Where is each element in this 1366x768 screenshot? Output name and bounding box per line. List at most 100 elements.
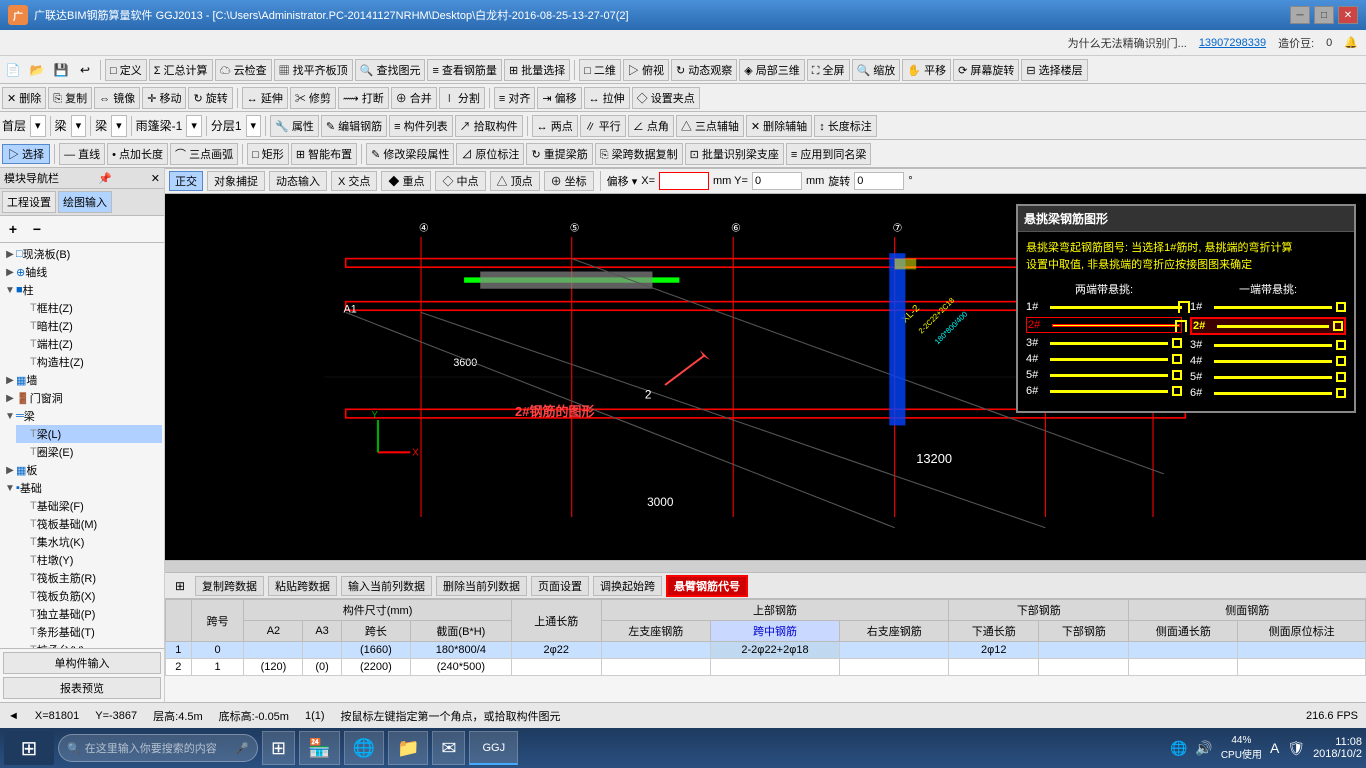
close-button[interactable]: ✕ [1338, 6, 1358, 24]
table-row[interactable]: 1 0 (1660) 180*800/4 2φ22 2-2φ22+2φ18 [166, 642, 1366, 659]
report-preview-button[interactable]: 报表预览 [3, 677, 161, 699]
tree-item-construct-col[interactable]: T 构造柱(Z) [16, 353, 162, 371]
minus-icon[interactable]: − [26, 218, 48, 240]
rebar-row-6-right[interactable]: 6# [1190, 387, 1346, 399]
parallel-button[interactable]: ∥ 平行 [580, 115, 626, 137]
x-input[interactable] [659, 172, 709, 190]
y-input[interactable] [752, 172, 802, 190]
rebar-row-4-left[interactable]: 4# [1026, 353, 1182, 365]
member-list-button[interactable]: ≡ 构件列表 [389, 115, 452, 137]
rebar-row-1-right[interactable]: 1# [1190, 301, 1346, 313]
coord-button[interactable]: ⊕ 坐标 [544, 171, 594, 191]
batch-select-button[interactable]: ⊞ 批量选择 [504, 59, 570, 81]
point-angle-button[interactable]: ∠ 点角 [628, 115, 674, 137]
drawing-input-tab[interactable]: 绘图输入 [58, 191, 112, 213]
tree-item-board[interactable]: ▶ □ 现浇板(B) [2, 245, 162, 263]
rebar-row-2-right[interactable]: 2# [1190, 317, 1346, 335]
copy-span-button[interactable]: ⎘ 梁跨数据复制 [595, 143, 683, 165]
taskbar-app-mail[interactable]: ✉ [432, 731, 465, 765]
single-member-button[interactable]: 单构件输入 [3, 652, 161, 674]
copy-span-data-button[interactable]: 复制跨数据 [195, 576, 264, 596]
rebar-row-1-left[interactable]: 1# [1026, 301, 1182, 313]
tree-item-pit[interactable]: T 集水坑(K) [16, 533, 162, 551]
point-len-button[interactable]: • 点加长度 [107, 143, 168, 165]
taskbar-app-ggjj[interactable]: GGJ [469, 731, 518, 765]
rebar-row-5-right[interactable]: 5# [1190, 371, 1346, 383]
view-button[interactable]: ▷ 俯视 [623, 59, 669, 81]
split-button[interactable]: ∣ 分割 [439, 87, 485, 109]
dim-button[interactable]: ↕ 长度标注 [814, 115, 877, 137]
view-rebar-button[interactable]: ≡ 查看钢筋量 [427, 59, 501, 81]
pan-button[interactable]: ✋ 平移 [902, 59, 951, 81]
cantilever-rebar-button[interactable]: 悬臂钢筋代号 [666, 575, 748, 597]
taskbar-app-explorer[interactable]: 📁 [388, 731, 428, 765]
tree-item-axis[interactable]: ▶ ⊕ 轴线 [2, 263, 162, 281]
building-dropdown[interactable]: ▾ [186, 115, 202, 137]
define-button[interactable]: □ 定义 [105, 59, 147, 81]
orthogonal-button[interactable]: 正交 [169, 171, 203, 191]
scroll-left-icon[interactable]: ◄ [8, 710, 19, 722]
two-point-button[interactable]: ↔ 两点 [532, 115, 578, 137]
taskbar-search[interactable]: 🔍 在这里输入你要搜索的内容 🎤 [58, 734, 258, 762]
sidebar-pin-icon[interactable]: 📌 [98, 172, 112, 185]
ime-icon[interactable]: A [1270, 740, 1279, 756]
rebar-row-2-left[interactable]: 2# [1026, 317, 1182, 333]
tree-item-beam-l[interactable]: T 梁(L) [16, 425, 162, 443]
merge-button[interactable]: ⊕ 合并 [391, 87, 437, 109]
sidebar-close-icon[interactable]: ✕ [151, 172, 160, 185]
select-mode-button[interactable]: ▷ 选择 [2, 144, 50, 164]
local-3d-button[interactable]: ◈ 局部三维 [739, 59, 805, 81]
tree-item-wall[interactable]: ▶ ▦ 墙 [2, 371, 162, 389]
tree-item-beam[interactable]: ▼ ═ 梁 [2, 407, 162, 425]
volume-icon[interactable]: 🔊 [1195, 740, 1212, 757]
taskbar-app-apps[interactable]: ⊞ [262, 731, 295, 765]
element-type-dropdown[interactable]: ▾ [71, 115, 87, 137]
intersection-button[interactable]: X 交点 [331, 171, 377, 191]
rotate-button[interactable]: ↻ 旋转 [188, 87, 232, 109]
taskbar-app-store[interactable]: 🏪 [299, 731, 339, 765]
move-button[interactable]: ✛ 移动 [142, 87, 186, 109]
midpoint-snap-button[interactable]: ◆ 重点 [381, 171, 431, 191]
rotate-input[interactable] [854, 172, 904, 190]
swap-span-button[interactable]: 调换起始跨 [593, 576, 662, 596]
edit-rebar-button[interactable]: ✎ 编辑钢筋 [321, 115, 387, 137]
start-button[interactable]: ⊞ [4, 731, 54, 765]
tree-item-raft-main[interactable]: T 筏板主筋(R) [16, 569, 162, 587]
rect-button[interactable]: □ 矩形 [247, 143, 289, 165]
stretch-button[interactable]: ↔ 拉伸 [584, 87, 630, 109]
element-dropdown[interactable]: ▾ [111, 115, 127, 137]
data-table-scroll[interactable]: 跨号 构件尺寸(mm) 上通长筋 上部钢筋 下部钢筋 侧面钢筋 A2 A3 跨长 [165, 599, 1366, 702]
delete-col-data-button[interactable]: 删除当前列数据 [436, 576, 527, 596]
rebar-row-3-right[interactable]: 3# [1190, 339, 1346, 351]
input-col-data-button[interactable]: 输入当前列数据 [341, 576, 432, 596]
tree-item-slab[interactable]: ▶ ▦ 板 [2, 461, 162, 479]
loc-note-button[interactable]: ⊿ 原位标注 [456, 143, 524, 165]
tree-item-frame-col[interactable]: T 框柱(Z) [16, 299, 162, 317]
batch-identify-button[interactable]: ⊡ 批量识别梁支座 [685, 143, 784, 165]
trim-button[interactable]: ✂ 修剪 [290, 87, 336, 109]
taskbar-app-edge[interactable]: 🌐 [344, 731, 384, 765]
2d-button[interactable]: □ 二维 [579, 59, 621, 81]
zoom-button[interactable]: 🔍 缩放 [852, 59, 901, 81]
orbit-button[interactable]: ↻ 动态观察 [671, 59, 737, 81]
fullscreen-button[interactable]: ⛶ 全屏 [807, 59, 850, 81]
notif-bell-icon[interactable]: 🔔 [1344, 36, 1358, 49]
del-aux-button[interactable]: ✕ 删除辅轴 [746, 115, 812, 137]
table-row[interactable]: 2 1 (120) (0) (2200) (240*500) [166, 659, 1366, 676]
mirror-button[interactable]: ⇔ 镜像 [94, 87, 140, 109]
level-button[interactable]: ▦ 找平齐板顶 [274, 59, 353, 81]
re-extract-button[interactable]: ↻ 重提梁筋 [526, 143, 592, 165]
tree-item-pedestal[interactable]: T 柱墩(Y) [16, 551, 162, 569]
tree-item-foundation[interactable]: ▼ ▪ 基础 [2, 479, 162, 497]
network-icon[interactable]: 🌐 [1170, 740, 1187, 757]
calc-button[interactable]: Σ 汇总计算 [149, 59, 213, 81]
canvas-view[interactable]: ④ ⑤ ⑥ ⑦ ⑧ A A1 3000 13200 4500 3600 XL-2… [165, 194, 1366, 560]
arc-button[interactable]: ⌒ 三点画弧 [170, 143, 238, 165]
tree-item-raft[interactable]: T 筏板基础(M) [16, 515, 162, 533]
select-floor-button[interactable]: ⊟ 选择楼层 [1021, 59, 1087, 81]
line-button[interactable]: — 直线 [59, 143, 105, 165]
tree-item-strip[interactable]: T 条形基础(T) [16, 623, 162, 641]
tree-item-door-window[interactable]: ▶ 🚪 门窗洞 [2, 389, 162, 407]
tree-item-raft-neg[interactable]: T 筏板负筋(X) [16, 587, 162, 605]
three-point-aux-button[interactable]: △ 三点辅轴 [676, 115, 744, 137]
